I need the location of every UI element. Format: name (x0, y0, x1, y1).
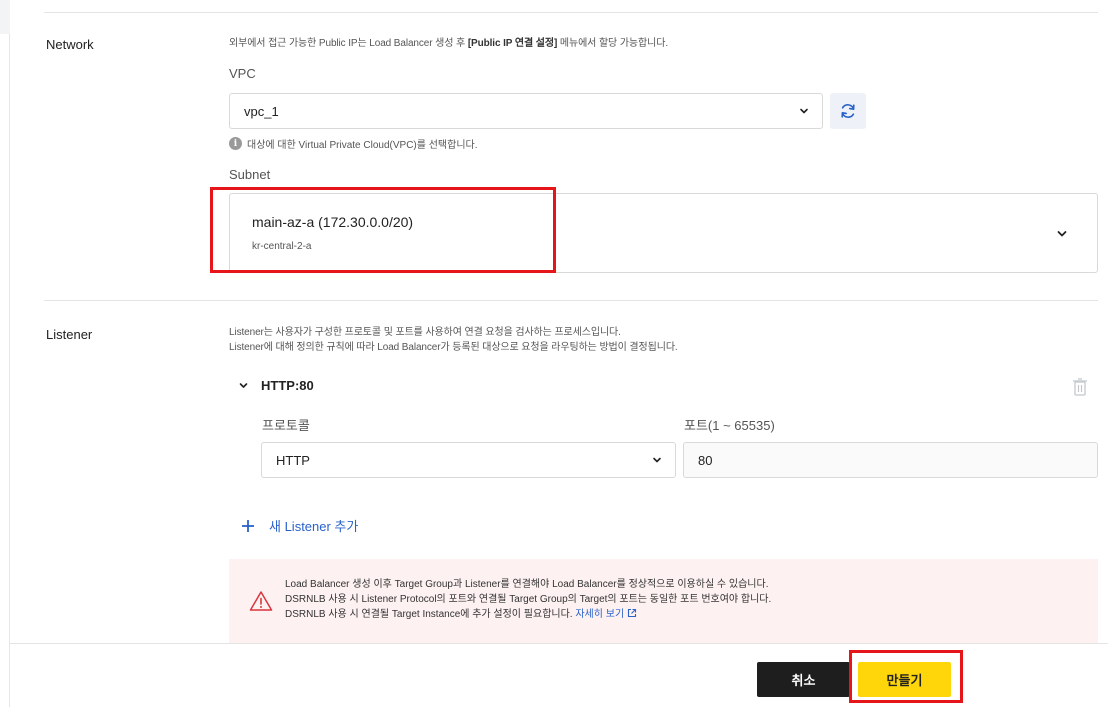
chevron-down-icon (239, 383, 248, 388)
warning-text: Load Balancer 생성 이후 Target Group과 Listen… (285, 579, 772, 620)
left-rail-tab (0, 0, 10, 34)
left-rail (0, 0, 10, 707)
section-divider (44, 300, 1098, 301)
add-listener-label: 새 Listener 추가 (269, 519, 359, 534)
chevron-down-icon (1057, 231, 1067, 237)
warning-triangle-icon (249, 591, 273, 611)
vpc-select[interactable]: vpc_1 (229, 93, 823, 129)
listener-section-title: Listener (46, 327, 93, 342)
listener-item-toggle[interactable]: HTTP:80 (238, 378, 314, 393)
port-input[interactable]: 80 (683, 442, 1098, 478)
vpc-label: VPC (229, 66, 256, 81)
listener-description: Listener는 사용자가 구성한 프로토콜 및 포트를 사용하여 연결 요청… (229, 327, 678, 353)
listener-item-name: HTTP:80 (261, 378, 314, 393)
protocol-label: 프로토콜 (262, 418, 310, 433)
subnet-zone: kr-central-2-a (252, 241, 312, 252)
chevron-down-icon (653, 457, 661, 463)
vpc-hint-text: 대상에 대한 Virtual Private Cloud(VPC)를 선택합니다… (247, 140, 478, 151)
external-link-icon[interactable] (627, 608, 637, 618)
vpc-select-value: vpc_1 (244, 103, 279, 119)
port-input-value: 80 (698, 452, 713, 468)
vpc-hint: i 대상에 대한 Virtual Private Cloud(VPC)를 선택합… (229, 136, 478, 151)
subnet-select[interactable]: main-az-a (172.30.0.0/20) kr-central-2-a (229, 193, 1098, 273)
port-label: 포트(1 ~ 65535) (684, 418, 775, 433)
chevron-down-icon (800, 108, 808, 114)
create-button[interactable]: 만들기 (858, 662, 951, 697)
learn-more-link[interactable]: 자세히 보기 (575, 609, 624, 620)
network-description: 외부에서 접근 가능한 Public IP는 Load Balancer 생성 … (229, 38, 669, 49)
warning-banner: Load Balancer 생성 이후 Target Group과 Listen… (229, 559, 1098, 643)
subnet-label: Subnet (229, 167, 271, 182)
trash-icon[interactable] (1071, 377, 1089, 397)
top-divider (44, 12, 1098, 13)
cancel-button[interactable]: 취소 (757, 662, 850, 697)
plus-icon (242, 519, 254, 532)
protocol-select[interactable]: HTTP (261, 442, 676, 478)
add-listener-button[interactable]: 새 Listener 추가 (241, 516, 358, 535)
protocol-select-value: HTTP (276, 452, 310, 468)
info-icon: i (229, 137, 242, 150)
subnet-name: main-az-a (172.30.0.0/20) (252, 214, 414, 230)
network-section-title: Network (46, 37, 94, 52)
refresh-icon (841, 104, 855, 118)
refresh-vpc-button[interactable] (830, 93, 866, 129)
